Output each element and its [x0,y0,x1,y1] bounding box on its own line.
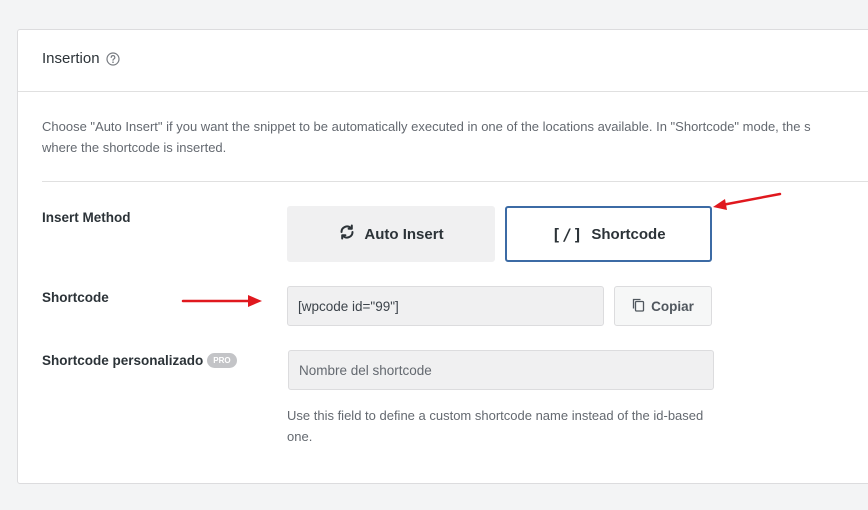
shortcode-label: Shortcode [42,290,109,305]
description-line-1: Choose "Auto Insert" if you want the sni… [42,119,811,134]
shortcode-method-label: Shortcode [591,225,666,243]
shortcode-value: [wpcode id="99"] [298,298,399,314]
custom-shortcode-placeholder: Nombre del shortcode [299,362,432,378]
auto-insert-label: Auto Insert [364,225,444,243]
custom-shortcode-label: Shortcode personalizado PRO [42,353,237,368]
pro-badge: PRO [207,353,237,368]
custom-shortcode-label-text: Shortcode personalizado [42,353,204,368]
panel-header: Insertion [18,30,868,92]
panel-title-text: Insertion [42,50,100,67]
shortcode-method-button[interactable]: [/] Shortcode [505,206,712,262]
question-circle-icon[interactable] [105,51,120,66]
insert-method-label: Insert Method [42,210,131,225]
custom-shortcode-input[interactable]: Nombre del shortcode [288,350,714,390]
shortcode-icon: [/] [551,224,584,244]
panel-title: Insertion [42,50,120,67]
insertion-panel: Insertion Choose "Auto Insert" if you wa… [17,29,868,484]
custom-shortcode-hint: Use this field to define a custom shortc… [287,408,704,444]
copy-button[interactable]: Copiar [614,286,712,326]
description: Choose "Auto Insert" if you want the sni… [42,116,868,158]
refresh-icon [338,223,356,245]
copy-label: Copiar [651,298,694,314]
divider [42,181,868,182]
auto-insert-button[interactable]: Auto Insert [287,206,495,262]
shortcode-value-field[interactable]: [wpcode id="99"] [287,286,604,326]
copy-icon [632,298,645,315]
description-line-2: where the shortcode is inserted. [42,140,227,155]
